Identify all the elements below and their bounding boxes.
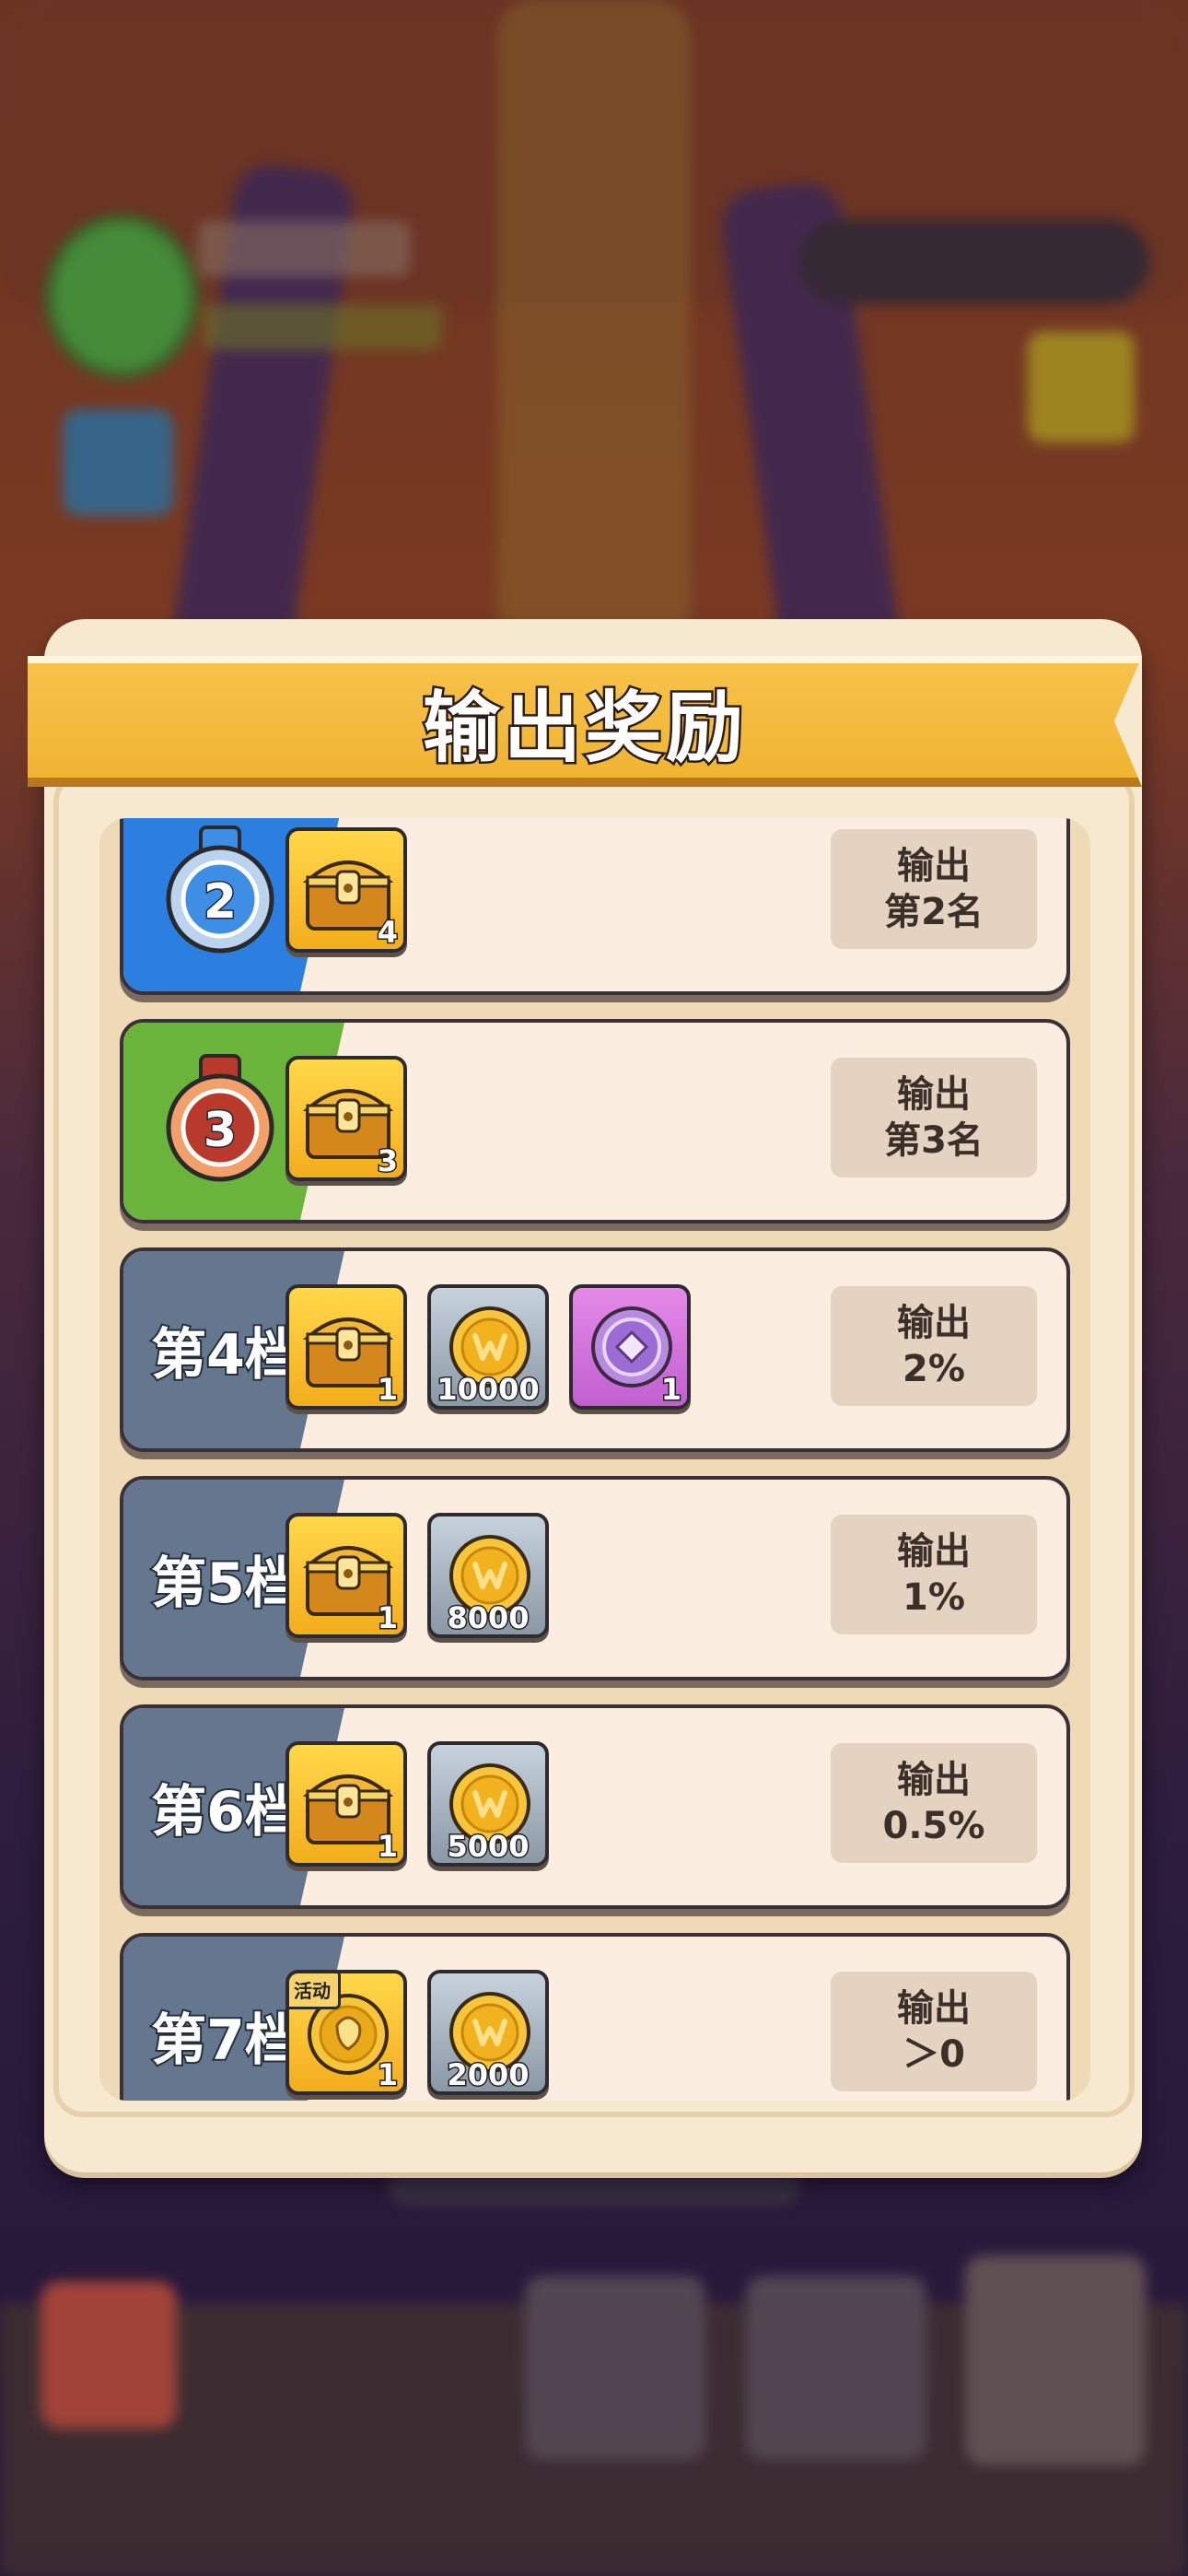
reward-tier-row: 第6档 1 5000 输出 0.5% <box>120 1704 1070 1909</box>
reward-quantity: 8000 <box>446 1600 530 1635</box>
reward-tier-list[interactable]: 2 4 输出 第2名 3 3 输出 第3名 第4档 1 10000 1 输出 2% 第5档 1 8000 输出 1%… <box>99 818 1090 2101</box>
reward-tier-row: 第5档 1 8000 输出 1% <box>120 1476 1070 1680</box>
event-badge: 活动 <box>289 1973 341 2009</box>
reward-quantity: 4 <box>376 915 399 950</box>
bottom-button-2 <box>746 2276 926 2460</box>
reward-quantity: 3 <box>376 1143 399 1178</box>
reward-item[interactable]: 1 <box>285 1513 407 1638</box>
side-button <box>1028 332 1135 442</box>
hp-bar <box>799 219 1149 304</box>
requirement-type: 输出 <box>897 1302 971 1344</box>
svg-text:2: 2 <box>204 874 237 930</box>
reward-item[interactable]: 1 <box>569 1284 691 1410</box>
gem-button <box>63 409 173 516</box>
tier-requirement: 输出 第3名 <box>831 1058 1037 1177</box>
reward-item[interactable]: 2000 <box>427 1970 549 2095</box>
reward-item[interactable]: 8000 <box>427 1513 549 1638</box>
reward-tier-row: 2 4 输出 第2名 <box>120 818 1070 995</box>
reward-quantity: 10000 <box>436 1372 541 1407</box>
leaf-icon <box>44 214 199 380</box>
bottom-button-3 <box>965 2255 1146 2465</box>
reward-tier-row: 第4档 1 10000 1 输出 2% <box>120 1247 1070 1452</box>
dialog-title: 输出奖励 <box>420 680 747 775</box>
reward-quantity: 1 <box>376 1372 399 1407</box>
tier-label: 第6档 <box>149 1778 302 1846</box>
requirement-type: 输出 <box>897 845 971 887</box>
tier-requirement: 输出 ＞0 <box>831 1972 1037 2091</box>
requirement-value: 1% <box>903 1576 965 1619</box>
requirement-type: 输出 <box>897 1987 971 2030</box>
reward-quantity: 5000 <box>446 1829 530 1864</box>
rank-medal-icon: 2 <box>160 825 280 956</box>
requirement-value: 0.5% <box>882 1805 985 1847</box>
requirement-type: 输出 <box>897 1759 971 1801</box>
bottom-button-1 <box>525 2276 705 2460</box>
svg-text:3: 3 <box>204 1103 237 1158</box>
reward-quantity: 1 <box>376 1829 399 1864</box>
reward-item[interactable]: 1 <box>285 1741 407 1867</box>
reward-quantity: 1 <box>376 2057 399 2092</box>
reward-item[interactable]: 4 <box>285 827 407 953</box>
tier-requirement: 输出 2% <box>831 1286 1037 1406</box>
requirement-value: ＞0 <box>903 2033 965 2076</box>
requirement-value: 第3名 <box>884 1119 984 1162</box>
reward-quantity: 1 <box>659 1372 682 1407</box>
tier-label: 第5档 <box>149 1550 302 1618</box>
requirement-value: 第2名 <box>884 891 984 933</box>
reward-tier-row: 第7档 活动 1 2000 输出 ＞0 <box>120 1933 1070 2101</box>
reward-quantity: 1 <box>376 1600 399 1635</box>
tier-requirement: 输出 1% <box>831 1515 1037 1634</box>
tier-label: 第7档 <box>149 2007 302 2075</box>
reward-item[interactable]: 1 <box>285 1284 407 1410</box>
tier-requirement: 输出 第2名 <box>831 829 1037 949</box>
rank-medal-icon: 3 <box>160 1054 280 1185</box>
requirement-type: 输出 <box>897 1073 971 1116</box>
reward-item[interactable]: 10000 <box>427 1284 549 1410</box>
requirement-value: 2% <box>903 1348 965 1390</box>
reward-quantity: 2000 <box>446 2057 530 2092</box>
reward-item[interactable]: 3 <box>285 1056 407 1181</box>
reward-tier-row: 3 3 输出 第3名 <box>120 1019 1070 1224</box>
reward-item[interactable]: 5000 <box>427 1741 549 1867</box>
reward-item[interactable]: 活动 1 <box>285 1970 407 2095</box>
tier-label: 第4档 <box>149 1321 302 1389</box>
tier-requirement: 输出 0.5% <box>831 1743 1037 1863</box>
requirement-type: 输出 <box>897 1530 971 1573</box>
back-arrow-icon <box>41 2281 177 2429</box>
